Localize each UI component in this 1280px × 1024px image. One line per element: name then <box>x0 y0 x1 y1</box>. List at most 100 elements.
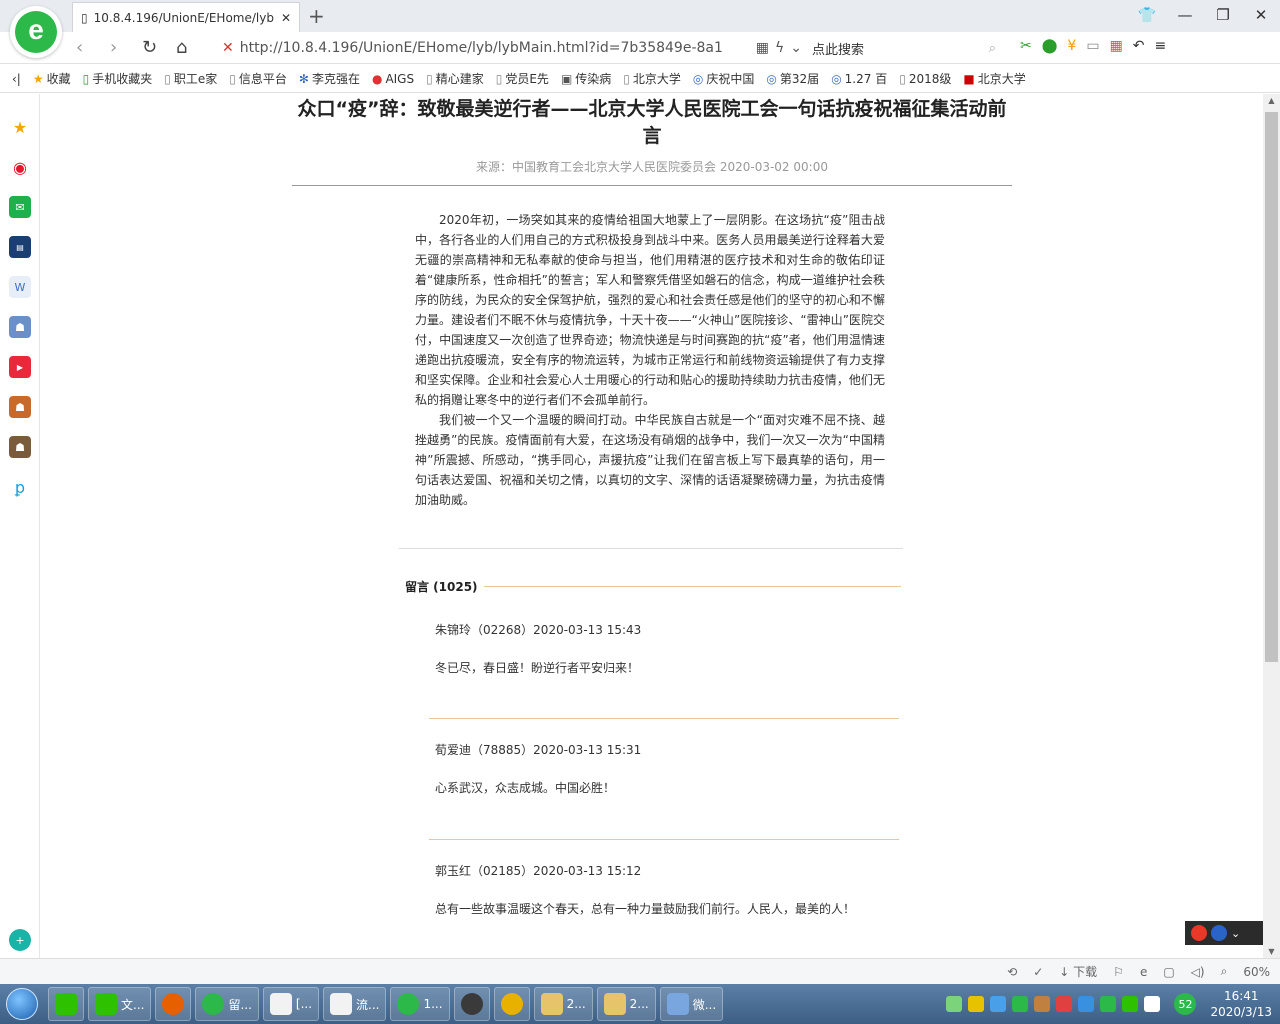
article-body: 2020年初，一场突如其来的疫情给祖国大地蒙上了一层阴影。在这场抗“疫”阻击战中… <box>415 210 885 510</box>
shield-icon[interactable] <box>968 996 985 1012</box>
mute-icon[interactable] <box>1056 996 1073 1012</box>
browser-logo[interactable]: e <box>10 6 62 58</box>
forward-icon[interactable]: › <box>110 37 117 58</box>
zoom-icon[interactable]: ⌕ <box>1221 964 1228 979</box>
maximize-icon[interactable]: ❐ <box>1204 0 1242 32</box>
network-icon[interactable] <box>990 996 1007 1012</box>
apps-icon[interactable]: ▦ <box>1110 38 1123 54</box>
bookmark-item[interactable]: ▣ 传染病 <box>561 70 611 87</box>
lightning-icon[interactable]: ϟ <box>775 40 784 56</box>
document-icon[interactable]: W <box>9 276 31 298</box>
scroll-down-icon[interactable]: ▼ <box>1263 947 1280 956</box>
user-icon[interactable] <box>1012 996 1029 1012</box>
weibo-icon[interactable]: ◉ <box>9 156 31 178</box>
bookmark-item[interactable]: ■ 北京大学 <box>963 70 1025 87</box>
skin-icon[interactable]: 👕 <box>1128 0 1166 32</box>
tray-badge[interactable]: 52 <box>1174 993 1197 1015</box>
image-icon[interactable]: ▭ <box>1086 38 1099 54</box>
back-icon[interactable]: ‹ <box>76 37 83 58</box>
new-tab-button[interactable]: + <box>308 4 325 28</box>
bookmark-item[interactable]: ✻ 李克强在 <box>299 70 360 87</box>
sogou-icon[interactable] <box>1191 925 1207 941</box>
download-button[interactable]: ↓ 下载 <box>1059 963 1097 980</box>
chevron-down-icon[interactable]: ⌄ <box>1231 927 1240 940</box>
chevron-down-icon[interactable]: ⌄ <box>790 40 802 56</box>
scrollbar-thumb[interactable] <box>1265 112 1278 662</box>
help-icon[interactable] <box>1211 925 1227 941</box>
search-box[interactable]: 点此搜索 ⌕ <box>806 35 1004 61</box>
undo-icon[interactable]: ↶ <box>1133 38 1145 54</box>
taskbar-button[interactable]: 文... <box>88 987 152 1021</box>
app-icon[interactable]: ꝑ <box>9 476 31 498</box>
edit-icon[interactable] <box>1078 996 1095 1012</box>
video-icon[interactable]: ▶ <box>9 356 31 378</box>
reload-icon[interactable]: ↻ <box>142 37 157 58</box>
taskbar-button[interactable] <box>48 987 84 1021</box>
game-icon[interactable]: ☗ <box>9 396 31 418</box>
add-icon[interactable]: + <box>9 929 31 951</box>
ime-toolbar[interactable]: ⌄ <box>1185 921 1263 945</box>
flag-icon[interactable]: ⚐ <box>1113 965 1124 979</box>
clock[interactable]: 16:41 2020/3/13 <box>1210 988 1272 1020</box>
scroll-up-icon[interactable]: ▲ <box>1263 96 1280 105</box>
bookmark-item[interactable]: ▯ 信息平台 <box>229 70 287 87</box>
mail-icon[interactable]: ✉ <box>9 196 31 218</box>
bookmark-item[interactable]: ◎ 庆祝中国 <box>693 70 755 87</box>
bookmark-item[interactable]: ▯ 党员E先 <box>496 70 549 87</box>
home-icon[interactable]: ⌂ <box>176 37 187 58</box>
bookmark-item[interactable]: ▯ 北京大学 <box>623 70 681 87</box>
bookmark-item[interactable]: ★ 收藏 <box>33 70 71 87</box>
bookmark-item[interactable]: ▯ 职工e家 <box>164 70 217 87</box>
scissors-icon[interactable]: ✂ <box>1020 38 1032 54</box>
close-window-icon[interactable]: ✕ <box>1242 0 1280 32</box>
taskbar-button[interactable]: 微... <box>659 987 724 1021</box>
plus-icon[interactable] <box>1100 996 1117 1012</box>
taskbar-button[interactable] <box>493 987 530 1021</box>
bookmarks-collapse-icon[interactable]: ‹| <box>12 72 21 86</box>
coupon-icon[interactable]: ¥ <box>1067 38 1076 54</box>
taskbar-button[interactable]: 留... <box>195 987 259 1021</box>
translate-icon[interactable]: ⬤ <box>1042 38 1058 54</box>
taskbar-button[interactable]: 2... <box>596 987 656 1021</box>
taskbar-button[interactable]: 流... <box>323 987 387 1021</box>
taskbar-button[interactable] <box>453 987 490 1021</box>
weather-icon <box>666 993 689 1015</box>
news-icon[interactable]: ▤ <box>9 236 31 258</box>
menu-icon[interactable]: ≡ <box>1155 38 1167 54</box>
bookmark-item[interactable]: ▯ 2018级 <box>899 70 951 87</box>
taskbar-button[interactable]: [... <box>262 987 320 1021</box>
close-icon[interactable]: ✕ <box>281 11 291 25</box>
disk-icon[interactable] <box>1034 996 1051 1012</box>
bookmark-item[interactable]: ◎ 第32届 <box>766 70 819 87</box>
pc-icon[interactable] <box>1144 996 1161 1012</box>
bookmark-label: 职工e家 <box>173 72 218 86</box>
taskbar-button[interactable]: 1... <box>390 987 450 1021</box>
battery-icon[interactable] <box>946 996 963 1012</box>
grid-icon[interactable]: ▦ <box>756 40 769 56</box>
bookmark-item[interactable]: ● AIGS <box>372 72 414 86</box>
zoom-level[interactable]: 60% <box>1243 965 1270 979</box>
start-button[interactable] <box>0 984 44 1024</box>
game-icon[interactable]: ☗ <box>9 436 31 458</box>
tool-icon[interactable]: ✓ <box>1033 965 1043 979</box>
favorites-icon[interactable]: ★ <box>9 116 31 138</box>
browser-tab[interactable]: ▯ 10.8.4.196/UnionE/EHome/lyb ✕ <box>72 2 300 32</box>
address-bar[interactable]: ✕ http://10.8.4.196/UnionE/EHome/lyb/lyb… <box>222 35 802 61</box>
game-icon[interactable]: ☗ <box>9 316 31 338</box>
window-icon[interactable]: ▢ <box>1163 965 1174 979</box>
wechat-icon[interactable] <box>1122 996 1139 1012</box>
wechat-icon <box>55 993 77 1015</box>
search-icon[interactable]: ⌕ <box>989 41 996 56</box>
taskbar-button[interactable]: 2... <box>533 987 593 1021</box>
vertical-scrollbar[interactable]: ▲ ▼ <box>1263 94 1280 958</box>
refresh-icon[interactable]: ⟲ <box>1007 965 1017 979</box>
bookmark-item[interactable]: ▯ 手机收藏夹 <box>83 70 153 87</box>
document-icon <box>269 993 292 1015</box>
minimize-icon[interactable]: — <box>1166 0 1204 32</box>
comment-meta: 荀爱迪（78885）2020-03-13 15:31 <box>435 743 642 757</box>
bookmark-item[interactable]: ◎ 1.27 百 <box>831 70 887 87</box>
bookmark-item[interactable]: ▯ 精心建家 <box>426 70 484 87</box>
ie-icon[interactable]: e <box>1140 965 1147 979</box>
taskbar-button[interactable] <box>155 987 192 1021</box>
volume-icon[interactable]: ◁) <box>1191 965 1205 979</box>
